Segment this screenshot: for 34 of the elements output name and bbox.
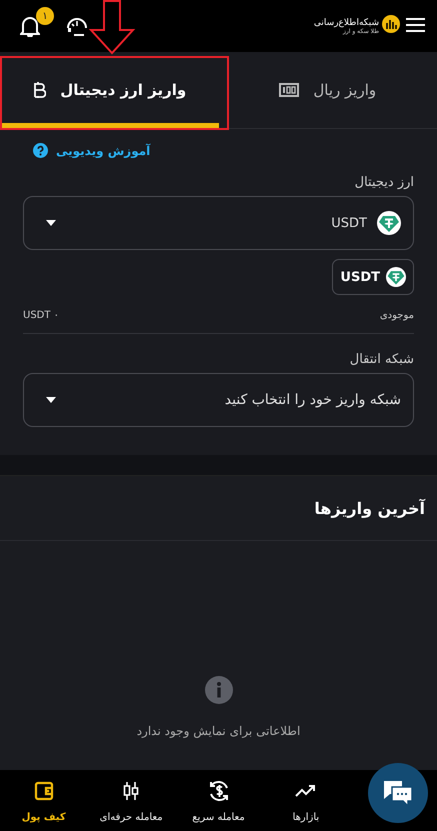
tab[interactable]: واریز ریال [218,52,437,128]
wallet-icon [34,780,54,800]
nav-item[interactable]: بازارها [262,770,350,831]
tether-icon [386,267,406,287]
trend-icon [294,784,317,798]
help-icon [33,143,48,158]
nav-item[interactable]: کیف پول [0,770,88,831]
nav-item[interactable]: معامله سریع [174,770,262,831]
currency-chip[interactable]: USDT [332,259,414,295]
section-title: آخرین واریزها [314,498,425,518]
balance-label: موجودی [380,310,414,321]
arrow-annotation [88,0,136,55]
menu-icon[interactable] [406,18,425,32]
empty-message: اطلاعاتی برای نمایش وجود ندارد [136,724,300,738]
bell-icon[interactable] [20,15,40,37]
caret-icon [46,220,56,226]
video-tutorial-link[interactable]: آموزش ویدیویی [23,143,150,158]
bitcoin-icon [32,80,46,98]
balance-value: USDT ۰ [23,310,60,321]
currency-select[interactable]: USDT [23,196,414,250]
logo-icon [382,15,400,33]
info-icon [204,676,232,704]
candlestick-icon [122,780,140,800]
chat-icon [382,779,414,807]
tether-icon [377,211,401,235]
notification-badge: ۱ [36,7,54,25]
cash-icon [279,82,300,96]
caret-icon [46,397,56,403]
network-select[interactable]: شبکه واریز خود را انتخاب کنید [23,373,414,427]
support-icon[interactable] [66,16,88,36]
field-label: شبکه انتقال [348,352,414,367]
nav-item[interactable]: معامله حرفه‌ای [87,770,175,831]
logo-title: شبکه‌اطلاع‌رسانی [314,18,379,28]
field-label: ارز دیجیتال [354,175,414,190]
